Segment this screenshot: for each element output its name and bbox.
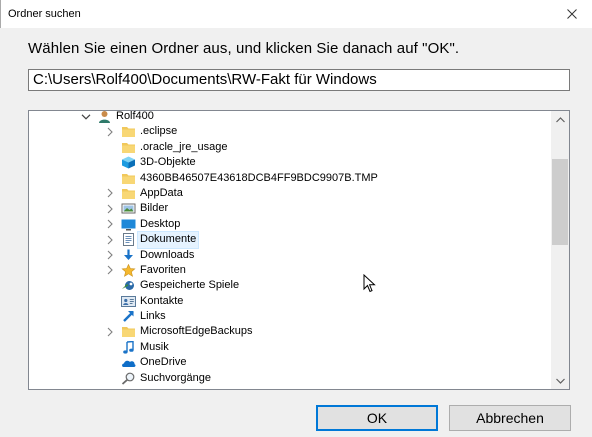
scroll-down-button[interactable] <box>551 372 569 389</box>
scroll-thumb[interactable] <box>552 159 568 245</box>
cancel-button[interactable]: Abbrechen <box>449 405 571 431</box>
tree-item[interactable]: Musik <box>29 340 551 355</box>
chevron-right-icon[interactable] <box>105 248 115 263</box>
tree-item-label: Favoriten <box>140 263 186 276</box>
music-icon <box>121 340 136 354</box>
folder-icon <box>121 387 136 389</box>
folder-tree[interactable]: Rolf400 .eclipse .oracle_jre_usage 3D-Objek… <box>28 110 570 390</box>
onedrive-icon <box>121 356 136 369</box>
instruction-text: Wählen Sie einen Ordner aus, und klicken… <box>28 40 460 57</box>
tree-item-label: Gespeicherte Spiele <box>140 279 240 292</box>
selected-path-field[interactable]: C:\Users\Rolf400\Documents\RW-Fakt für W… <box>28 69 570 91</box>
favorites-icon <box>121 263 136 277</box>
tree-item[interactable]: Rolf400 <box>29 110 551 124</box>
chevron-down-icon <box>555 378 565 384</box>
3d-objects-icon <box>121 156 136 169</box>
tree-item[interactable]: Dokumente <box>29 231 551 249</box>
chevron-right-icon[interactable] <box>105 124 115 139</box>
contacts-icon <box>121 295 136 308</box>
chevron-down-icon[interactable] <box>81 111 91 124</box>
folder-icon <box>121 172 136 185</box>
close-icon <box>567 9 577 19</box>
tree-item-label: Links <box>140 310 166 323</box>
window-title: Ordner suchen <box>8 8 81 20</box>
ok-button[interactable]: OK <box>316 405 438 431</box>
tree-item-label: 3D-Objekte <box>140 156 196 169</box>
chevron-right-icon[interactable] <box>105 263 115 278</box>
tree-item-label: Rolf400 <box>116 110 154 122</box>
folder-tree-rows: Rolf400 .eclipse .oracle_jre_usage 3D-Objek… <box>29 110 551 389</box>
dialog-body: Wählen Sie einen Ordner aus, und klicken… <box>0 28 592 437</box>
user-icon <box>97 111 112 123</box>
tree-item[interactable]: Links <box>29 309 551 324</box>
folder-icon <box>121 125 136 138</box>
scroll-up-button[interactable] <box>551 111 569 128</box>
close-button[interactable] <box>552 0 592 28</box>
chevron-right-icon[interactable] <box>105 324 115 339</box>
tree-item-label: .oracle_jre_usage <box>140 140 228 153</box>
tree-item-label: OneDrive <box>140 356 187 369</box>
tree-item-label: Suchvorgänge <box>140 371 211 384</box>
tree-item-label: Downloads <box>140 248 195 261</box>
tree-item[interactable]: OneDrive <box>29 355 551 370</box>
chevron-right-icon[interactable] <box>105 232 115 247</box>
chevron-right-icon[interactable] <box>105 201 115 216</box>
tree-item-label: Bilder <box>140 202 169 215</box>
tree-item[interactable]: Favoriten <box>29 263 551 278</box>
folder-icon <box>121 141 136 154</box>
tree-item[interactable]: AppData <box>29 186 551 201</box>
tree-item[interactable]: Desktop <box>29 217 551 232</box>
tree-item[interactable]: Gespeicherte Spiele <box>29 278 551 293</box>
vertical-scrollbar[interactable] <box>551 111 569 389</box>
title-bar[interactable]: Ordner suchen <box>0 0 592 28</box>
tree-item-label: MicrosoftEdgeBackups <box>140 325 253 338</box>
downloads-icon <box>121 249 136 262</box>
links-icon <box>121 310 136 323</box>
tree-item[interactable]: 4360BB46507E43618DCB4FF9BDC9907B.TMP <box>29 171 551 186</box>
tree-item[interactable]: .eclipse <box>29 124 551 139</box>
folder-icon <box>121 187 136 200</box>
chevron-right-icon[interactable] <box>105 217 115 232</box>
tree-item[interactable]: Bilder <box>29 201 551 216</box>
tree-item[interactable]: Suchvorgänge <box>29 371 551 386</box>
tree-item[interactable]: 3D-Objekte <box>29 155 551 170</box>
tree-item[interactable]: .oracle_jre_usage <box>29 140 551 155</box>
tree-item-label: .eclipse <box>140 125 178 138</box>
tree-item[interactable]: MicrosoftEdgeBackups <box>29 324 551 339</box>
tree-item-label: AppData <box>140 186 183 199</box>
saved-games-icon <box>121 279 136 292</box>
documents-icon <box>121 233 136 247</box>
mouse-cursor-icon <box>363 274 376 293</box>
tree-item-label: Dokumente <box>136 231 200 249</box>
chevron-up-icon <box>555 116 565 122</box>
folder-icon <box>121 325 136 338</box>
tree-item[interactable]: Kontakte <box>29 294 551 309</box>
tree-item[interactable]: Downloads <box>29 248 551 263</box>
tree-item-label: Musik <box>140 340 169 353</box>
chevron-right-icon[interactable] <box>105 186 115 201</box>
desktop-icon <box>121 218 136 231</box>
tree-item-label: 4360BB46507E43618DCB4FF9BDC9907B.TMP <box>140 171 378 184</box>
chevron-right-icon[interactable] <box>105 386 115 389</box>
tree-item[interactable] <box>29 386 551 389</box>
pictures-icon <box>121 202 136 215</box>
tree-item-label: Kontakte <box>140 294 184 307</box>
tree-item-label: Desktop <box>140 217 181 230</box>
searches-icon <box>121 372 136 385</box>
